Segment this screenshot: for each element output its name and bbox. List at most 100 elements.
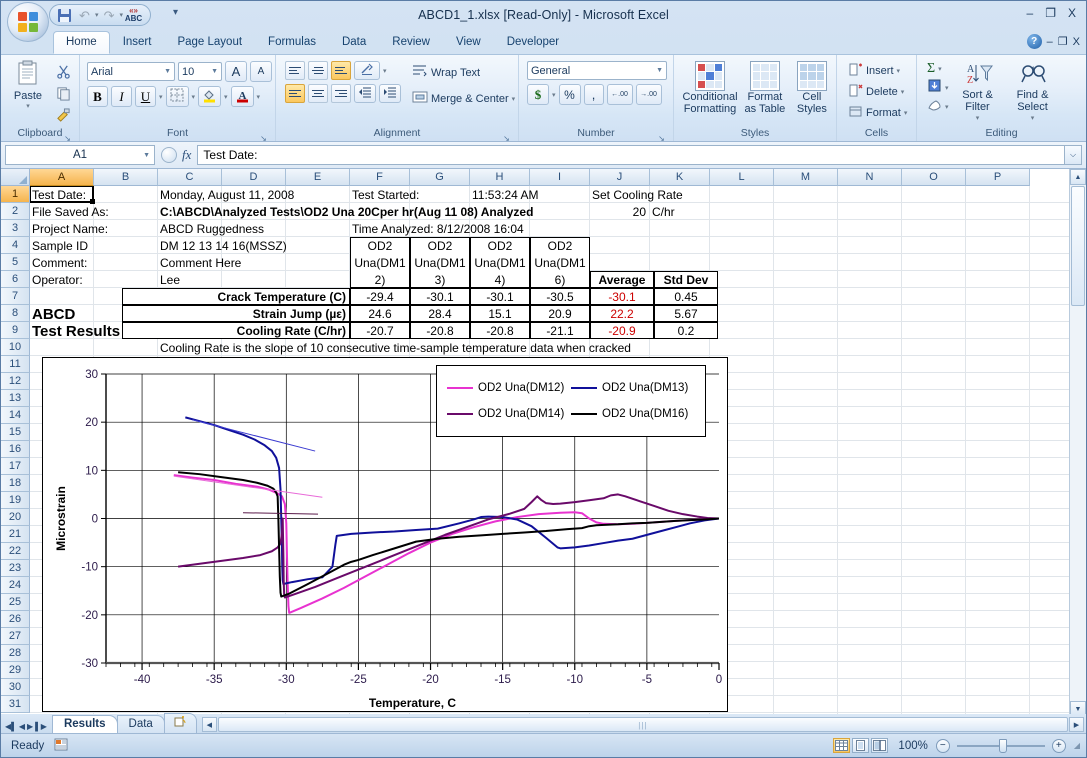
delete-cells-dropdown-icon[interactable]: ▾: [901, 88, 905, 96]
row-header-31[interactable]: 31: [1, 696, 30, 713]
cell-A6[interactable]: Operator:: [32, 272, 83, 288]
results-value-r2-c3[interactable]: 15.1: [470, 305, 530, 322]
orientation-button[interactable]: [354, 61, 380, 80]
fill-icon[interactable]: [927, 79, 942, 96]
row-header-26[interactable]: 26: [1, 611, 30, 628]
borders-dropdown-icon[interactable]: ▾: [192, 93, 196, 101]
formula-input[interactable]: Test Date:: [197, 145, 1064, 165]
insert-cells-dropdown-icon[interactable]: ▾: [897, 67, 901, 75]
row-header-2[interactable]: 2: [1, 203, 30, 220]
increase-decimal-button[interactable]: ←.00: [607, 84, 633, 105]
column-header-a[interactable]: A: [30, 169, 94, 186]
results-stat-header-2[interactable]: Std Dev: [654, 271, 718, 288]
fill-color-button[interactable]: [198, 86, 221, 107]
cell-J2[interactable]: 20: [592, 204, 646, 220]
paste-button[interactable]: Paste ▾: [6, 60, 50, 110]
column-header-d[interactable]: D: [222, 169, 286, 186]
undo-button[interactable]: ↶: [75, 6, 94, 24]
results-average-1[interactable]: -30.1: [590, 288, 654, 305]
office-button[interactable]: [7, 2, 49, 42]
cell-C6[interactable]: Lee: [160, 272, 180, 288]
horizontal-scroll-thumb[interactable]: |||: [218, 717, 1068, 732]
tab-view[interactable]: View: [443, 31, 494, 54]
close-button[interactable]: X: [1064, 6, 1080, 20]
row-header-9[interactable]: 9: [1, 322, 30, 339]
bold-button[interactable]: B: [87, 86, 108, 107]
row-header-7[interactable]: 7: [1, 288, 30, 305]
column-header-f[interactable]: F: [350, 169, 410, 186]
select-all-button[interactable]: [1, 169, 30, 186]
font-dialog-launcher[interactable]: ↘: [259, 131, 268, 140]
name-box-dropdown-icon[interactable]: ▼: [143, 152, 150, 159]
previous-sheet-button[interactable]: ◀: [19, 722, 25, 731]
font-color-dropdown-icon[interactable]: ▾: [257, 93, 261, 101]
scroll-left-button[interactable]: ◀: [202, 717, 217, 732]
format-cells-button[interactable]: Format ▾: [846, 104, 910, 122]
sheet-tab-data[interactable]: Data: [117, 715, 165, 733]
results-value-r2-c4[interactable]: 20.9: [530, 305, 590, 322]
page-layout-view-button[interactable]: [852, 738, 869, 753]
results-stddev-2[interactable]: 5.67: [654, 305, 718, 322]
row-header-3[interactable]: 3: [1, 220, 30, 237]
cell-styles-button[interactable]: Cell Styles: [793, 61, 831, 115]
results-value-r1-c4[interactable]: -30.5: [530, 288, 590, 305]
decrease-decimal-button[interactable]: →.00: [636, 84, 662, 105]
number-format-combo[interactable]: General ▼: [527, 61, 667, 80]
number-dialog-launcher[interactable]: ↘: [657, 131, 666, 140]
column-header-m[interactable]: M: [774, 169, 838, 186]
column-header-p[interactable]: P: [966, 169, 1030, 186]
results-column-header-3[interactable]: OD2Una(DM14): [470, 237, 530, 288]
results-stddev-3[interactable]: 0.2: [654, 322, 718, 339]
align-left-button[interactable]: [285, 84, 305, 103]
format-cells-dropdown-icon[interactable]: ▾: [904, 109, 908, 117]
column-header-k[interactable]: K: [650, 169, 710, 186]
cell-C2[interactable]: C:\ABCD\Analyzed Tests\OD2 Una 20Cper hr…: [160, 204, 533, 220]
results-column-header-4[interactable]: OD2Una(DM16): [530, 237, 590, 288]
copy-button[interactable]: [52, 83, 74, 103]
results-column-header-1[interactable]: OD2Una(DM12): [350, 237, 410, 288]
orientation-dropdown-icon[interactable]: ▾: [383, 67, 387, 75]
tab-insert[interactable]: Insert: [110, 31, 165, 54]
cell-A2[interactable]: File Saved As:: [32, 204, 109, 220]
row-header-18[interactable]: 18: [1, 475, 30, 492]
cell-J1[interactable]: Set Cooling Rate: [592, 187, 683, 203]
percent-button[interactable]: %: [559, 84, 581, 105]
borders-button[interactable]: [166, 86, 189, 107]
save-button[interactable]: [55, 6, 74, 24]
results-value-r1-c3[interactable]: -30.1: [470, 288, 530, 305]
clipboard-dialog-launcher[interactable]: ↘: [63, 131, 72, 140]
row-header-27[interactable]: 27: [1, 628, 30, 645]
results-value-r3-c1[interactable]: -20.7: [350, 322, 410, 339]
fill-dropdown-icon[interactable]: ▾: [945, 84, 949, 92]
results-average-3[interactable]: -20.9: [590, 322, 654, 339]
cell-A4[interactable]: Sample ID: [32, 238, 88, 254]
scroll-up-button[interactable]: ▲: [1070, 169, 1086, 185]
number-format-dropdown-icon[interactable]: ▼: [652, 67, 663, 74]
tab-developer[interactable]: Developer: [494, 31, 572, 54]
font-size-dropdown-icon[interactable]: ▼: [207, 68, 218, 75]
cell-A8[interactable]: ABCD: [32, 306, 75, 323]
next-sheet-button[interactable]: ▶: [27, 722, 33, 731]
row-header-30[interactable]: 30: [1, 679, 30, 696]
quick-access-toolbar[interactable]: ↶ ▾ ↷ ▾ «»ABC: [49, 4, 151, 26]
insert-function-button[interactable]: fx: [182, 147, 191, 163]
first-sheet-button[interactable]: ◀▌: [5, 722, 17, 731]
row-header-4[interactable]: 4: [1, 237, 30, 254]
resize-grip[interactable]: ◢: [1066, 741, 1080, 750]
sheet-tab-results[interactable]: Results: [52, 715, 118, 733]
column-header-b[interactable]: B: [94, 169, 158, 186]
cell-A3[interactable]: Project Name:: [32, 221, 108, 237]
row-header-8[interactable]: 8: [1, 305, 30, 322]
cell-A9[interactable]: Test Results: [32, 323, 120, 340]
row-header-29[interactable]: 29: [1, 662, 30, 679]
row-header-17[interactable]: 17: [1, 458, 30, 475]
font-color-button[interactable]: A: [231, 86, 254, 107]
redo-dropdown-icon[interactable]: ▾: [120, 11, 124, 19]
results-value-r2-c1[interactable]: 24.6: [350, 305, 410, 322]
zoom-in-button[interactable]: +: [1052, 739, 1066, 753]
clear-icon[interactable]: [927, 98, 942, 115]
tab-home[interactable]: Home: [53, 31, 110, 54]
row-header-11[interactable]: 11: [1, 356, 30, 373]
close-workbook-button[interactable]: X: [1073, 36, 1080, 48]
paste-dropdown-icon[interactable]: ▾: [26, 102, 30, 110]
